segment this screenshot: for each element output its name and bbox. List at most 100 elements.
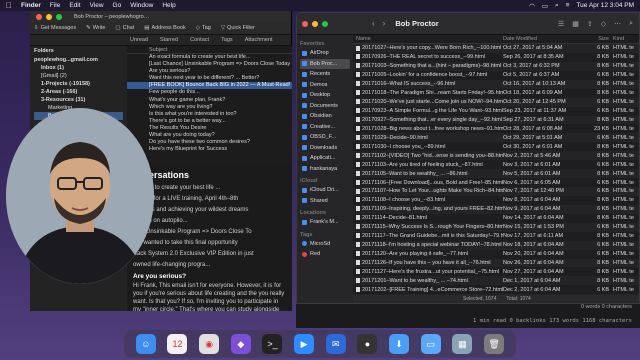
thunderbird-icon[interactable]: ✉ — [325, 334, 346, 354]
finder-minimize-button[interactable] — [312, 20, 318, 27]
group-icon[interactable]: ▦ — [572, 20, 579, 28]
menu-help[interactable]: Help — [162, 2, 175, 9]
battery-icon[interactable]: ▭ — [542, 2, 548, 10]
file-row[interactable]: 20171201–Want to be wealthy_ ... –74.htm… — [353, 276, 639, 286]
message-row[interactable]: Are you serious? — [127, 68, 292, 75]
file-row[interactable]: 20171102–[VIDEO] Two "hid...ense is send… — [353, 151, 639, 161]
file-row[interactable]: 20171118–I'm hosting a special webinar T… — [353, 240, 639, 250]
sidebar-item[interactable]: OBSD_F... — [300, 132, 350, 143]
sidebar-tag-item[interactable]: Red — [300, 249, 350, 260]
chrome-icon[interactable]: ◉ — [199, 334, 220, 354]
sidebar-item[interactable]: Shared — [300, 196, 350, 207]
message-row[interactable]: Is this what you're interested in too? — [127, 111, 292, 118]
file-row[interactable]: 20170926–THE REAL secret to success_--99… — [353, 53, 639, 62]
file-row[interactable]: 20171109–Inspiring, deeply...ing, and yo… — [353, 204, 639, 214]
share-icon[interactable]: ⇪ — [587, 20, 593, 28]
folder-item[interactable]: peoplewhog...gmail.com — [34, 56, 123, 64]
quick-filter-button[interactable]: ▽ Quick Filter — [221, 25, 255, 31]
sidebar-item[interactable]: iCloud Dri... — [300, 185, 350, 196]
file-row[interactable]: 20171106–[Free Download]...ous, Bold and… — [353, 178, 639, 187]
control-center-icon[interactable]: ≡ — [566, 2, 570, 9]
terminal-icon[interactable]: >_ — [262, 334, 283, 354]
wifi-icon[interactable]: ◠ — [529, 2, 535, 10]
folder-item[interactable]: Inbox (1) — [34, 64, 123, 72]
file-row[interactable]: 20171115–Why Success Is S...rough Your F… — [353, 222, 639, 232]
filter-unread[interactable]: Unread — [130, 37, 148, 43]
message-row[interactable]: Few people do this... — [127, 89, 292, 96]
file-row[interactable]: 20171029–Decide–90.html Oct 29, 2017 at 5… — [353, 133, 639, 143]
finder-icon[interactable]: ☺ — [135, 334, 156, 354]
menu-file[interactable]: File — [50, 2, 60, 9]
apple-logo-icon[interactable]:  — [6, 1, 12, 10]
message-row[interactable]: Want this next year to be different? ...… — [127, 75, 292, 82]
file-row[interactable]: 20170927–Something that...er every singl… — [353, 115, 639, 125]
message-row[interactable]: Which way are you living? — [127, 104, 292, 111]
filter-attachment[interactable]: Attachment — [245, 37, 273, 43]
file-row[interactable]: 20171103–Are you tired of feeling stuck_… — [353, 160, 639, 169]
sidebar-item[interactable]: Obsidian — [300, 111, 350, 122]
zoom-icon[interactable]: ▶ — [294, 334, 315, 354]
minimize-button[interactable] — [46, 13, 52, 20]
filter-tags[interactable]: Tags — [221, 37, 233, 43]
obs-icon[interactable]: ● — [357, 334, 378, 354]
menubar-clock[interactable]: Tue Apr 12 3:04 PM — [576, 2, 634, 9]
file-row[interactable]: 20171127–Here's the frustra...ut your po… — [353, 267, 639, 276]
file-row[interactable]: 20171126–If you have this – you have it … — [353, 258, 639, 268]
active-app-menu[interactable]: Finder — [21, 2, 41, 9]
file-row[interactable]: 20170923–A Simple Formul...g the Life Yo… — [353, 107, 639, 116]
chat-button[interactable]: ▢ Chat — [115, 25, 134, 31]
message-row[interactable]: An exact formula to create your best lif… — [127, 54, 292, 61]
sidebar-item[interactable]: Creative... — [300, 122, 350, 133]
message-row[interactable]: What are you doing today? — [127, 132, 292, 139]
calendar-icon[interactable]: 12 — [167, 334, 188, 354]
zoom-button[interactable] — [56, 13, 62, 20]
file-row[interactable]: 20171016–What IS success_--96.html Oct 16… — [353, 79, 639, 89]
trash-icon[interactable]: 🗑 — [484, 334, 505, 354]
view-options-icon[interactable]: ☰ — [558, 20, 564, 28]
preview-icon[interactable]: ▦ — [452, 334, 473, 354]
message-row[interactable]: The Results You Desire — [127, 125, 292, 132]
name-column-header[interactable]: Name — [353, 36, 503, 42]
tag-button[interactable]: ◇ Tag — [196, 25, 211, 31]
message-row[interactable]: Do you have these two common desires? — [127, 139, 292, 146]
sidebar-item[interactable]: Desktop — [300, 90, 350, 101]
sidebar-item[interactable]: AirDrop — [300, 48, 350, 59]
sidebar-item[interactable]: Applicati... — [300, 153, 350, 164]
menu-go[interactable]: Go — [113, 2, 122, 9]
sidebar-item[interactable]: Documents — [300, 101, 350, 112]
message-row[interactable]: [FREE BOOK] Bounce Back BIG in 2022 — A … — [127, 82, 292, 90]
file-row[interactable]: 20171117–The Grand Guidebe...mit is this… — [353, 232, 639, 241]
write-button[interactable]: ✎ Write — [86, 25, 105, 31]
file-row[interactable]: 20171020–We've just starte...Come join u… — [353, 97, 639, 107]
more-icon[interactable]: ⋯ — [614, 20, 621, 28]
sidebar-tag-item[interactable]: MicroSd — [300, 239, 350, 250]
downloads-folder-icon[interactable]: ⬇ — [389, 334, 410, 354]
kind-column-header[interactable]: Kind — [613, 36, 639, 42]
file-row[interactable]: 20171005–Lookin' for a confidence boost_… — [353, 71, 639, 80]
size-column-header[interactable]: Size — [579, 36, 613, 42]
finder-zoom-button[interactable] — [322, 20, 328, 27]
menu-view[interactable]: View — [90, 2, 104, 9]
address-book-button[interactable]: ▤ Address Book — [144, 25, 185, 31]
menu-edit[interactable]: Edit — [69, 2, 80, 9]
folder-icon[interactable]: ▭ — [420, 334, 441, 354]
message-row[interactable]: What's your game plan, Frank? — [127, 97, 292, 104]
back-icon[interactable]: ‹ — [372, 19, 375, 28]
folder-item[interactable]: 2-Areas (-166) — [34, 88, 123, 96]
file-row[interactable]: 20171030–I choose you_--89.html Oct 30, 2… — [353, 142, 639, 151]
folder-item[interactable]: 1-Projects (-19158) — [34, 80, 123, 88]
file-row[interactable]: 20171003–Something that a...(hint – para… — [353, 61, 639, 71]
sidebar-item[interactable]: Recents — [300, 69, 350, 80]
subject-column-header[interactable]: Subject — [127, 46, 292, 54]
finder-search-icon[interactable]: ⌕ — [629, 20, 633, 28]
file-row[interactable]: 20171114–Decide–81.html Nov 14, 2017 at 6… — [353, 214, 639, 223]
file-row[interactable]: 20171108–I choose you_--83.html Nov 8, 20… — [353, 196, 639, 205]
message-row[interactable]: [Last Chance] Unsinkable Program => Door… — [127, 61, 292, 68]
menu-window[interactable]: Window — [130, 2, 153, 9]
filter-contact[interactable]: Contact — [190, 37, 209, 43]
file-row[interactable]: 20171202–[FREE Training] 4...eCommerce S… — [353, 285, 639, 294]
date-column-header[interactable]: Date Modified — [503, 36, 579, 42]
file-row[interactable]: 20171120–Are you playing it safe_--77.ht… — [353, 250, 639, 259]
file-row[interactable]: 20171107–How To Let Your...ughts Make Yo… — [353, 187, 639, 196]
sidebar-item[interactable]: Frank's M... — [300, 217, 350, 228]
